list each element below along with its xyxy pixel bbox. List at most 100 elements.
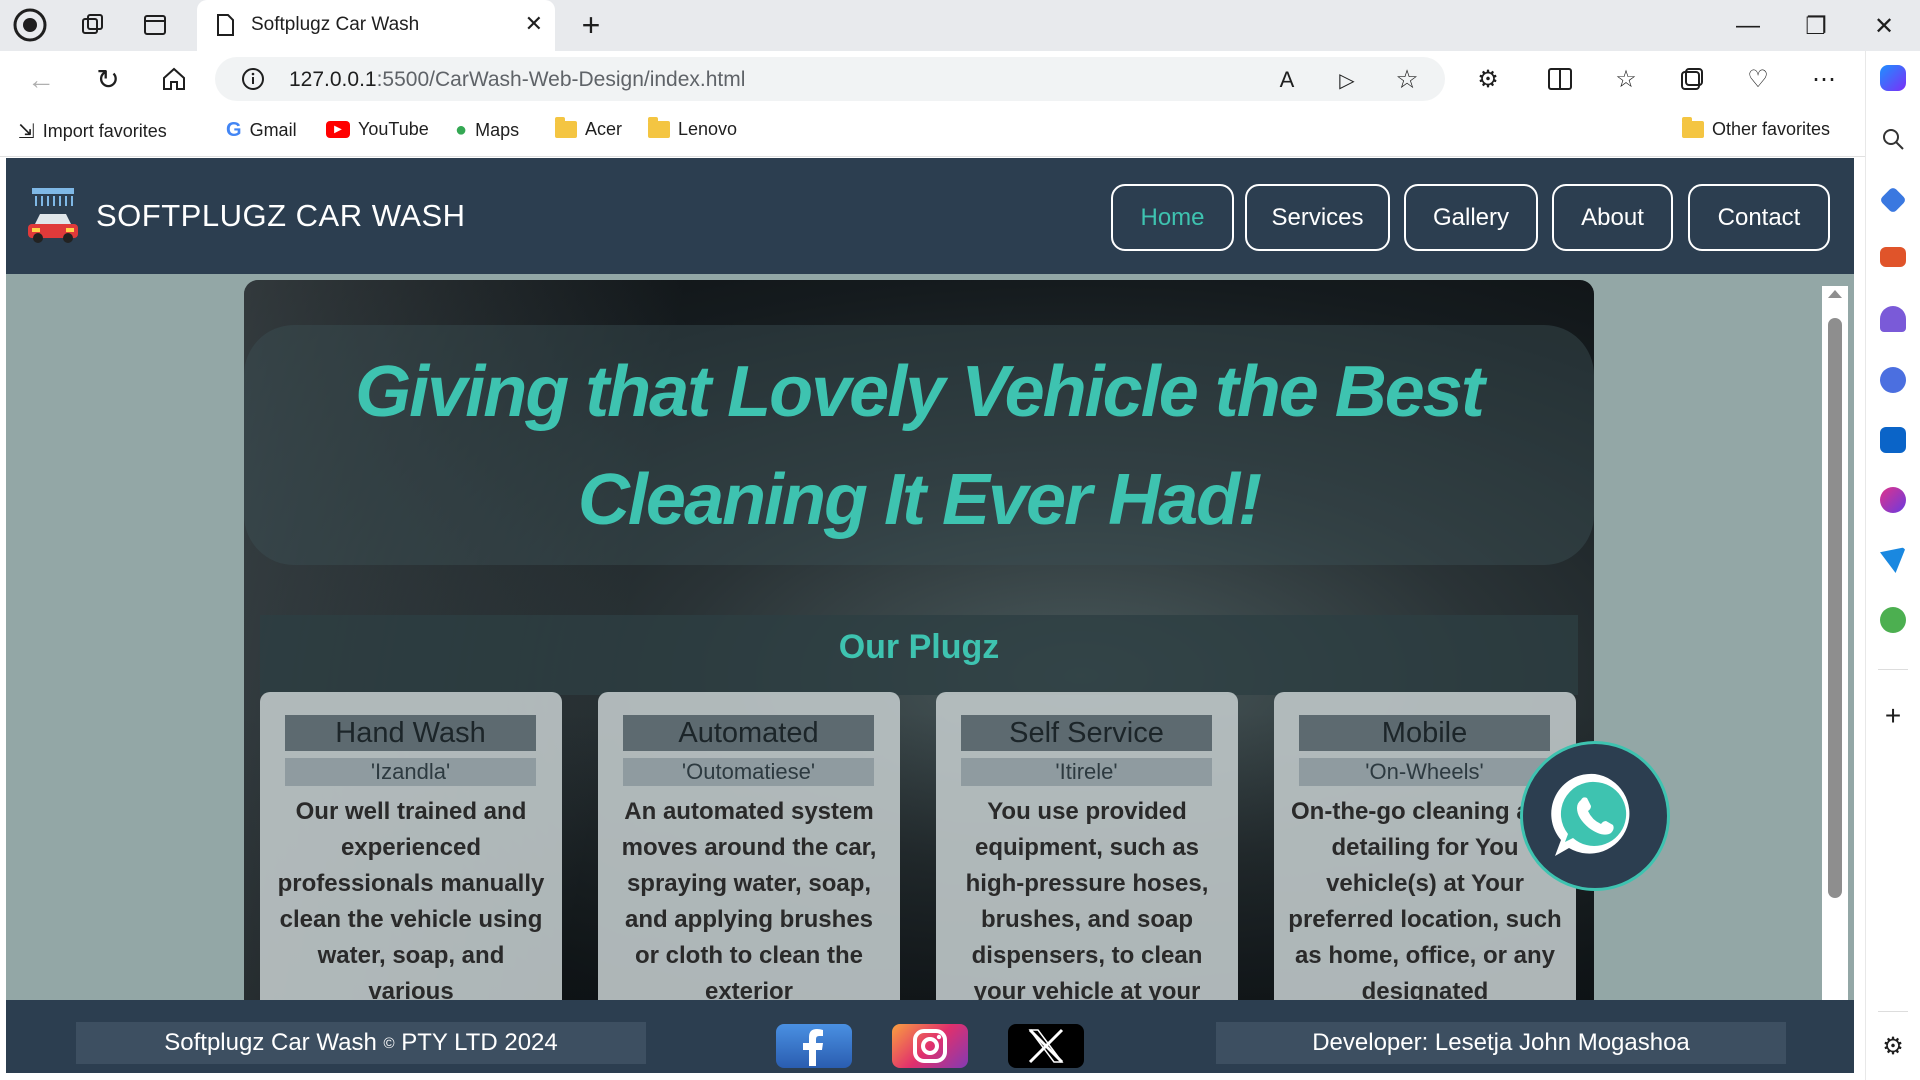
copilot-icon[interactable] <box>1880 65 1906 91</box>
x-twitter-icon[interactable] <box>1008 1024 1084 1068</box>
scroll-up-arrow-icon[interactable] <box>1828 290 1842 298</box>
edge-sidebar: + ⚙ <box>1865 51 1920 1080</box>
favorites-bar: ⇲ Import favorites G Gmail ▶ YouTube ● M… <box>0 107 1865 157</box>
profile-icon[interactable] <box>12 7 48 43</box>
card-subtitle: 'Outomatiese' <box>623 758 874 786</box>
more-options-icon[interactable]: ⋯ <box>1808 63 1840 95</box>
back-icon[interactable]: ← <box>26 64 56 95</box>
site-footer: Softplugz Car Wash © PTY LTD 2024 Develo… <box>6 1000 1854 1073</box>
page-icon <box>215 14 235 36</box>
facebook-icon[interactable] <box>776 1024 852 1068</box>
favorite-maps[interactable]: ● Maps <box>455 119 519 142</box>
close-tab-icon[interactable]: ✕ <box>525 11 543 37</box>
split-screen-icon[interactable] <box>1544 63 1576 95</box>
card-subtitle: 'Itirele' <box>961 758 1212 786</box>
new-tab-icon[interactable]: + <box>574 7 608 43</box>
favorite-label: YouTube <box>358 119 429 139</box>
hero-headline: Giving that Lovely Vehicle the Best Clea… <box>355 352 1485 540</box>
close-window-icon[interactable]: ✕ <box>1864 8 1904 44</box>
tree-icon[interactable] <box>1880 607 1906 633</box>
favorite-label: Other favorites <box>1712 119 1831 139</box>
microsoft365-icon[interactable] <box>1880 367 1906 393</box>
site-brand[interactable]: SOFTPLUGZ CAR WASH <box>96 198 466 234</box>
folder-icon <box>555 117 577 138</box>
url-text[interactable]: 127.0.0.1:5500/CarWash-Web-Design/index.… <box>289 68 745 92</box>
service-card-automated[interactable]: Automated 'Outomatiese' An automated sys… <box>598 692 900 1000</box>
sidebar-divider <box>1878 669 1908 670</box>
import-icon: ⇲ <box>18 121 35 143</box>
workspaces-icon[interactable] <box>78 10 108 40</box>
search-icon[interactable] <box>1880 126 1906 152</box>
card-description: An automated system moves around the car… <box>621 798 877 1000</box>
card-description: Our well trained and experienced profess… <box>277 798 545 1000</box>
service-card-hand-wash[interactable]: Hand Wash 'Izandla' Our well trained and… <box>260 692 562 1000</box>
scrollbar-thumb[interactable] <box>1828 318 1842 898</box>
copyright-symbol: © <box>383 1034 395 1052</box>
immersive-reader-icon[interactable]: ▷ <box>1333 66 1361 94</box>
card-subtitle: 'On-Wheels' <box>1299 758 1550 786</box>
services-section-title: Our Plugz <box>838 628 1000 666</box>
favorite-label: Lenovo <box>678 119 738 139</box>
tab-title: Softplugz Car Wash <box>251 14 420 35</box>
collections-icon[interactable] <box>1676 63 1708 95</box>
home-icon[interactable] <box>158 63 190 95</box>
favorite-import[interactable]: ⇲ Import favorites <box>18 119 167 144</box>
designer-icon[interactable] <box>1880 487 1906 513</box>
whatsapp-icon[interactable] <box>1520 741 1670 891</box>
favorite-lenovo[interactable]: Lenovo <box>648 117 738 140</box>
nav-about[interactable]: About <box>1552 184 1673 251</box>
url-path: :5500/CarWash-Web-Design/index.html <box>376 68 746 91</box>
nav-contact[interactable]: Contact <box>1688 184 1830 251</box>
developer-credit: Developer: Lesetja John Mogashoa <box>1312 1029 1690 1056</box>
browser-toolbar: ← ↻ 127.0.0.1:5500/CarWash-Web-Design/in… <box>0 51 1865 107</box>
outlook-icon[interactable] <box>1880 427 1906 453</box>
favorite-star-icon[interactable]: ☆ <box>1393 64 1421 94</box>
vertical-tabs-icon[interactable] <box>140 10 170 40</box>
site-info-icon[interactable] <box>241 67 265 91</box>
card-title: Mobile <box>1299 715 1550 751</box>
refresh-icon[interactable]: ↻ <box>92 63 124 95</box>
hero-section: Giving that Lovely Vehicle the Best Clea… <box>244 280 1594 1000</box>
maps-pin-icon: ● <box>455 119 468 141</box>
nav-services[interactable]: Services <box>1245 184 1390 251</box>
favorite-label: Import favorites <box>42 121 167 141</box>
address-bar[interactable]: 127.0.0.1:5500/CarWash-Web-Design/index.… <box>215 57 1445 101</box>
favorite-label: Gmail <box>249 120 297 140</box>
favorites-icon[interactable]: ☆ <box>1610 63 1642 95</box>
sidebar-divider <box>1878 1011 1908 1012</box>
copyright-company: PTY LTD 2024 <box>401 1029 558 1056</box>
favorite-youtube[interactable]: ▶ YouTube <box>326 119 429 140</box>
read-aloud-icon[interactable]: A <box>1273 66 1301 94</box>
youtube-icon: ▶ <box>326 121 350 138</box>
browser-tab-bar: Softplugz Car Wash ✕ + — ❐ ✕ <box>0 0 1920 51</box>
shopping-tag-icon[interactable] <box>1879 186 1907 214</box>
settings-icon[interactable]: ⚙ <box>1878 1031 1908 1061</box>
extensions-icon[interactable]: ⚙ <box>1472 63 1504 95</box>
nav-gallery[interactable]: Gallery <box>1404 184 1538 251</box>
folder-icon <box>1682 117 1704 138</box>
favorite-acer[interactable]: Acer <box>555 117 623 140</box>
tools-icon[interactable] <box>1880 247 1906 267</box>
active-tab[interactable]: Softplugz Car Wash ✕ <box>197 0 555 51</box>
folder-icon <box>648 117 670 138</box>
browser-essentials-icon[interactable]: ♡ <box>1742 63 1774 95</box>
service-card-self-service[interactable]: Self Service 'Itirele' You use provided … <box>936 692 1238 1000</box>
webpage-viewport: SOFTPLUGZ CAR WASH Home Services Gallery… <box>6 158 1854 1073</box>
site-header: SOFTPLUGZ CAR WASH Home Services Gallery… <box>6 158 1854 274</box>
instagram-icon[interactable] <box>892 1024 968 1068</box>
add-sidebar-icon[interactable]: + <box>1878 700 1908 731</box>
card-title: Self Service <box>961 715 1212 751</box>
minimize-icon[interactable]: — <box>1728 8 1768 44</box>
car-wash-logo-icon[interactable] <box>24 186 82 246</box>
card-title: Hand Wash <box>285 715 536 751</box>
favorite-label: Maps <box>475 120 520 140</box>
restore-icon[interactable]: ❐ <box>1796 8 1836 44</box>
send-icon[interactable] <box>1880 547 1906 573</box>
copyright-box: Softplugz Car Wash © PTY LTD 2024 <box>76 1022 646 1064</box>
favorite-label: Acer <box>585 119 623 139</box>
favorite-gmail[interactable]: G Gmail <box>226 119 297 142</box>
nav-home[interactable]: Home <box>1111 184 1234 251</box>
games-icon[interactable] <box>1880 306 1906 332</box>
favorite-other[interactable]: Other favorites <box>1682 117 1831 140</box>
google-icon: G <box>226 119 242 141</box>
